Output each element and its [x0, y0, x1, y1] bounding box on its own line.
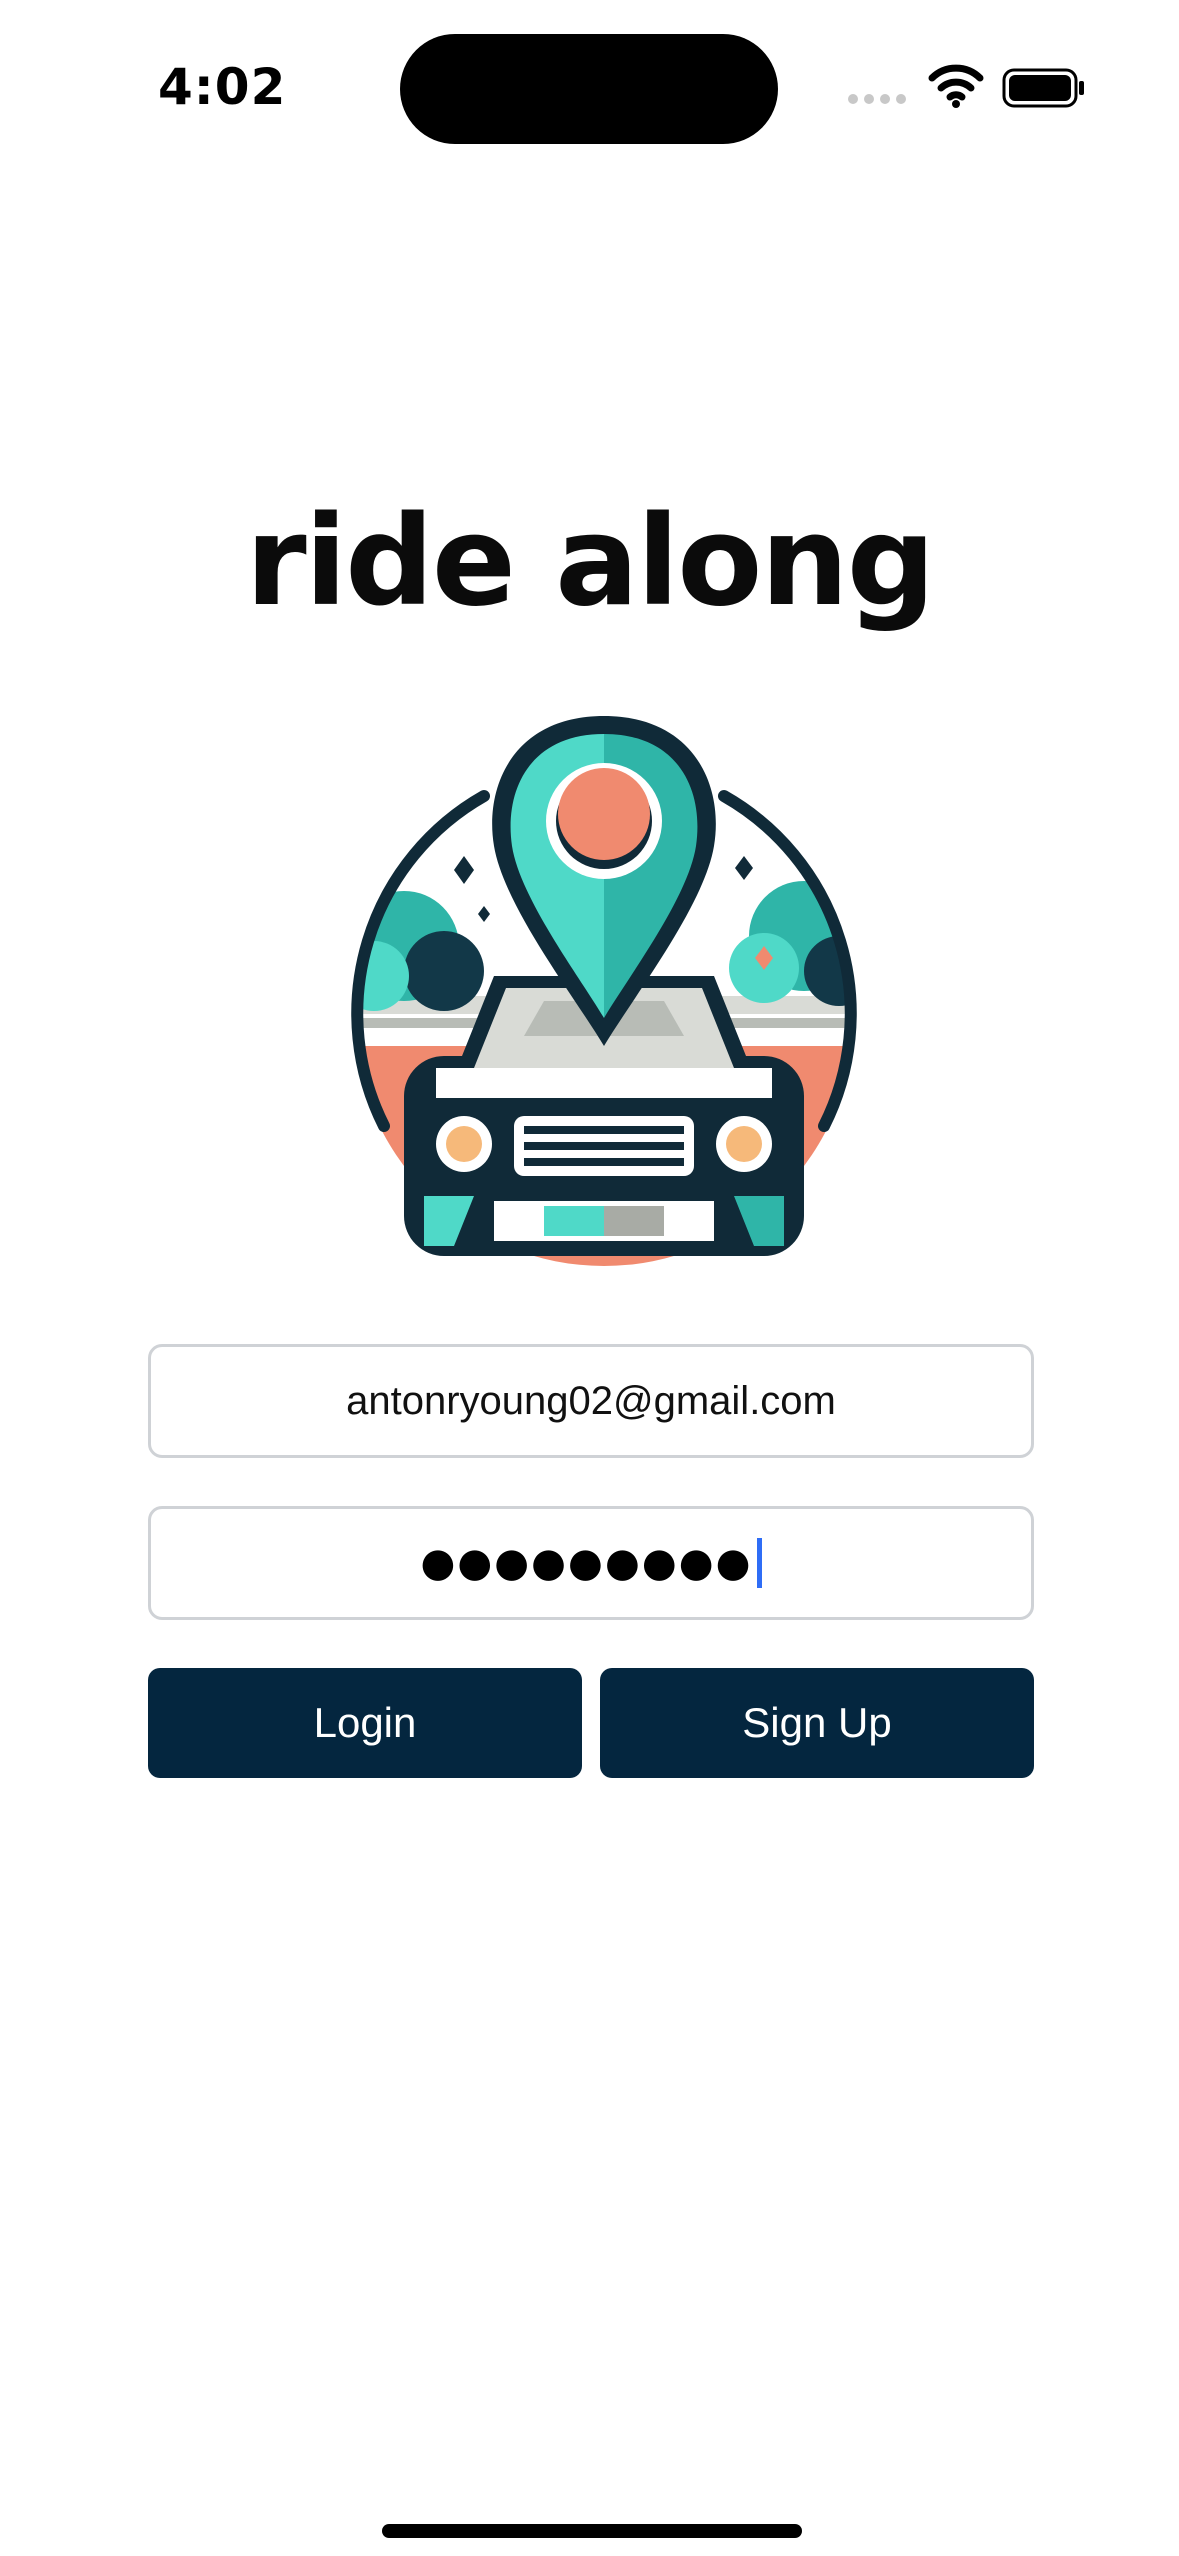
password-field[interactable]: ●●●●●●●●● [148, 1506, 1034, 1620]
signup-button[interactable]: Sign Up [600, 1668, 1034, 1778]
cellular-signal-icon [848, 94, 906, 104]
email-field[interactable]: antonryoung02@gmail.com [148, 1344, 1034, 1458]
login-button[interactable]: Login [148, 1668, 582, 1778]
car-location-pin-logo-icon [351, 716, 857, 1266]
status-bar: 4:02 [0, 0, 1179, 170]
status-time: 4:02 [158, 58, 287, 116]
battery-icon [1002, 68, 1084, 108]
app-title: ride along [245, 490, 935, 634]
password-field-value: ●●●●●●●●● [420, 1540, 753, 1586]
email-field-value: antonryoung02@gmail.com [346, 1378, 836, 1423]
text-caret [756, 1538, 762, 1588]
home-indicator[interactable] [382, 2524, 802, 2538]
wifi-icon [928, 64, 984, 108]
dynamic-island [400, 34, 778, 144]
